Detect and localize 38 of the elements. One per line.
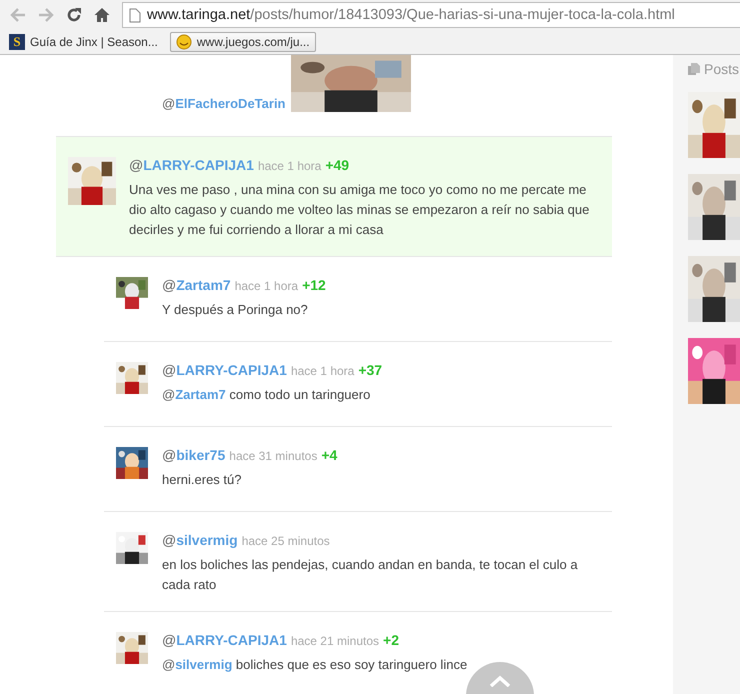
timestamp: hace 1 hora [290,364,354,378]
username-link[interactable]: @ElFacheroDeTarin [162,96,286,111]
timestamp: hace 1 hora [234,279,298,293]
score: +2 [383,632,399,648]
comment-text: Una ves me paso , una mina con su amiga me toco yo como no me percate me dio alto cagaso y cuando me volteo las minas se empezaron a reír no sabia que decirles y me fui corriendo a llorar a mi casa [129,181,590,239]
url-text: www.taringa.net/posts/humor/18413093/Que-harias-si-una-mujer-toca-la-cola.html [147,7,675,23]
home-icon[interactable] [94,7,110,23]
forward-icon[interactable] [38,8,54,22]
timestamp: hace 31 minutos [229,449,318,463]
bookmark[interactable]: S Guía de Jinx | Season... [3,32,164,52]
comment-text: herni.eres tú? [162,471,242,489]
timestamp: hace 25 minutos [242,534,330,548]
username-link[interactable]: @Zartam7 [162,277,231,293]
username-link[interactable]: @LARRY-CAPIJA1 [162,632,287,648]
chevron-icon [489,675,511,687]
timestamp: hace 21 minutos [290,634,380,648]
sidebar-title: Posts [704,61,740,77]
reload-icon[interactable] [66,7,82,23]
score: +4 [321,447,338,463]
username-link[interactable]: @silvermig [162,532,238,548]
score: +12 [302,277,326,293]
comment-text: Y después a Poringa no? [162,301,309,319]
timestamp: hace 1 hora [258,159,322,173]
score: +37 [358,362,382,378]
comment-text: @Zartam7 como todo un taringuero [162,386,372,404]
back-icon[interactable] [10,8,26,22]
username-link[interactable]: @LARRY-CAPIJA1 [129,157,254,173]
address-bar[interactable]: www.taringa.net/posts/humor/18413093/Que-harias-si-una-mujer-toca-la-cola.html [122,2,740,28]
bookmark[interactable]: www.juegos.com/ju... [170,32,316,52]
username-link[interactable]: @biker75 [162,447,226,463]
comment-text: en los boliches las pendejas, cuando andan en banda, te tocan el culo a cada rato [162,556,579,594]
comment-text: @silvermig boliches que es eso soy taringuero lince [162,656,468,674]
smiley-icon [176,34,192,50]
page-icon [129,8,141,22]
score: +49 [325,157,350,173]
posts-icon [688,63,700,75]
username-link[interactable]: @LARRY-CAPIJA1 [162,362,287,378]
site-icon: S [9,34,25,50]
